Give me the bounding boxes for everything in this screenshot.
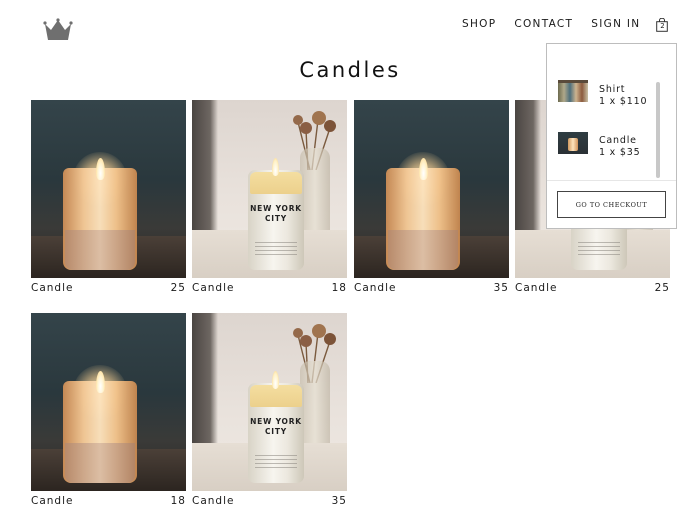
cart-count-badge: 2 — [660, 22, 665, 30]
product-card[interactable]: Candle 25 — [31, 100, 186, 295]
product-price: 35 — [493, 282, 509, 294]
product-image[interactable] — [31, 313, 186, 491]
product-price: 25 — [170, 282, 186, 294]
product-image[interactable] — [354, 100, 509, 278]
nav-sign-in-link[interactable]: SIGN IN — [591, 17, 640, 31]
product-name[interactable]: Candle — [354, 282, 396, 295]
candle-label-text: NEW YORK CITY — [250, 417, 302, 436]
product-name[interactable]: Candle — [31, 282, 73, 295]
product-image[interactable]: NEW YORK CITY — [192, 100, 347, 278]
product-image[interactable] — [31, 100, 186, 278]
product-name[interactable]: Candle — [515, 282, 557, 295]
product-price: 25 — [654, 282, 670, 294]
product-card[interactable]: Candle 18 — [31, 313, 186, 508]
cart-item-thumbnail — [558, 131, 588, 154]
cart-item-qty-price: 1 x $35 — [599, 147, 641, 158]
crown-icon[interactable] — [43, 18, 73, 42]
nav-shop-link[interactable]: SHOP — [462, 17, 496, 31]
product-card[interactable]: NEW YORK CITY Candle 35 — [192, 313, 347, 508]
cart-scrollbar[interactable] — [656, 82, 660, 178]
nav-contact-link[interactable]: CONTACT — [514, 17, 573, 31]
main-nav: SHOP CONTACT SIGN IN 2 — [462, 17, 669, 32]
cart-item-thumbnail — [558, 80, 588, 102]
product-name[interactable]: Candle — [192, 495, 234, 508]
product-price: 35 — [331, 495, 347, 507]
cart-dropdown: Shirt 1 x $110 Candle 1 x $35 GO TO CHEC… — [546, 43, 677, 229]
cart-item-qty-price: 1 x $110 — [599, 96, 648, 107]
product-image[interactable]: NEW YORK CITY — [192, 313, 347, 491]
cart-divider — [547, 180, 676, 181]
cart-item[interactable]: Shirt 1 x $110 — [558, 74, 647, 108]
product-name[interactable]: Candle — [192, 282, 234, 295]
product-card[interactable]: Candle 35 — [354, 100, 509, 295]
product-price: 18 — [331, 282, 347, 294]
product-card[interactable]: NEW YORK CITY Candle 18 — [192, 100, 347, 295]
cart-item[interactable]: Candle 1 x $35 — [558, 126, 640, 159]
product-price: 18 — [170, 495, 186, 507]
product-name[interactable]: Candle — [31, 495, 73, 508]
cart-item-name: Shirt — [599, 84, 626, 95]
cart-item-name: Candle — [599, 135, 637, 146]
candle-label-text: NEW YORK CITY — [250, 204, 302, 223]
cart-button[interactable]: 2 — [656, 17, 669, 32]
go-to-checkout-button[interactable]: GO TO CHECKOUT — [557, 191, 666, 218]
